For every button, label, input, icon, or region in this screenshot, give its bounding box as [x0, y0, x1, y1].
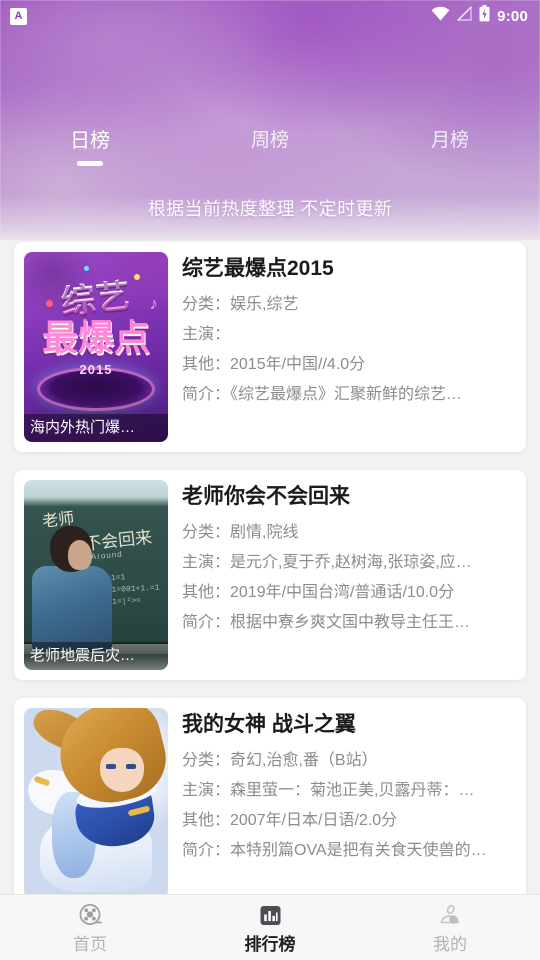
- poster-thumbnail[interactable]: [24, 708, 168, 894]
- person-icon: [435, 901, 465, 931]
- nav-item-profile-label: 我的: [433, 934, 467, 954]
- list-item[interactable]: 老师 你会不会回来 Turn Around 1+1=1 1+1=001+1.=1 1…: [14, 470, 526, 680]
- list-item-category: 分类：娱乐,综艺: [182, 296, 299, 313]
- list-item-summary: 简介：本特别篇OVA是把有关食天使兽的…: [182, 842, 487, 859]
- list-item[interactable]: ♪ 综艺 最爆点 2015 海内外热门爆… 综艺最爆点2015 分类：娱乐,综艺…: [14, 242, 526, 452]
- status-bar-right: 9:00: [431, 5, 528, 27]
- bar-chart-icon: [255, 901, 285, 931]
- header-subtitle: 根据当前热度整理 不定时更新: [147, 199, 393, 219]
- battery-charging-icon: [479, 5, 490, 27]
- poster-anime-eye: [106, 764, 116, 769]
- list-item-other: 其他：2007年/日本/日语/2.0分: [182, 812, 398, 829]
- app-root: A 9:00 日榜 周榜 月榜 根据当前热度整理 不定时更新 综艺 最爆点 20…: [0, 0, 540, 960]
- bottom-navigation: 首页 排行榜 我的: [0, 894, 540, 960]
- list-item-category: 分类：奇幻,治愈,番（B站）: [182, 752, 378, 769]
- list-item-other: 其他：2019年/中国台湾/普通话/10.0分: [182, 584, 455, 601]
- tab-monthly[interactable]: 月榜: [360, 128, 540, 174]
- poster-title-line3: 2015: [79, 362, 113, 377]
- list-item-info: 我的女神 战斗之翼 分类：奇幻,治愈,番（B站） 主演：森里萤一：菊池正美,贝露…: [168, 708, 514, 894]
- list-item-category: 分类：剧情,院线: [182, 524, 299, 541]
- list-item-other: 其他：2015年/中国//4.0分: [182, 356, 366, 373]
- poster-person-body: [32, 566, 112, 652]
- wifi-icon: [431, 6, 450, 26]
- tab-weekly-label: 周榜: [250, 130, 289, 151]
- app-notification-glyph: A: [14, 9, 23, 22]
- tab-daily-indicator: [77, 161, 103, 166]
- poster-anime-face: [100, 748, 144, 792]
- list-item-starring: 主演：森里萤一：菊池正美,贝露丹蒂：…: [182, 782, 475, 799]
- nav-item-profile[interactable]: 我的: [360, 895, 540, 960]
- list-item-info: 综艺最爆点2015 分类：娱乐,综艺 主演： 其他：2015年/中国//4.0分…: [168, 252, 514, 442]
- poster-caption: 海内外热门爆…: [24, 414, 168, 442]
- poster-person-figure: [30, 526, 112, 652]
- ranking-tabs: 日榜 周榜 月榜: [0, 128, 540, 174]
- list-item-info: 老师你会不会回来 分类：剧情,院线 主演：是元介,夏于乔,赵树海,张琼姿,应… …: [168, 480, 514, 670]
- nav-item-ranking[interactable]: 排行榜: [180, 895, 360, 960]
- poster-decoration-dot: [84, 266, 89, 271]
- ranking-list[interactable]: ♪ 综艺 最爆点 2015 海内外热门爆… 综艺最爆点2015 分类：娱乐,综艺…: [0, 232, 540, 894]
- poster-anime-eye: [126, 764, 136, 769]
- app-notification-icon: A: [10, 7, 27, 25]
- tab-monthly-label: 月榜: [430, 130, 469, 151]
- list-item-title: 综艺最爆点2015: [182, 257, 334, 280]
- tab-daily-label: 日榜: [70, 130, 110, 152]
- poster-person-face: [68, 540, 92, 570]
- poster-thumbnail[interactable]: 老师 你会不会回来 Turn Around 1+1=1 1+1=001+1.=1 1…: [24, 480, 168, 670]
- list-item-starring: 主演：是元介,夏于乔,赵树海,张琼姿,应…: [182, 554, 472, 571]
- status-bar-clock: 9:00: [497, 7, 528, 25]
- poster-caption: 老师地震后灾…: [24, 642, 168, 670]
- nav-item-home[interactable]: 首页: [0, 895, 180, 960]
- status-bar-left: A: [10, 7, 27, 25]
- signal-none-icon: [456, 5, 472, 26]
- list-item[interactable]: 我的女神 战斗之翼 分类：奇幻,治愈,番（B站） 主演：森里萤一：菊池正美,贝露…: [14, 698, 526, 894]
- status-bar: A 9:00: [0, 0, 540, 32]
- poster-title-line2: 最爆点: [41, 317, 150, 358]
- poster-thumbnail[interactable]: ♪ 综艺 最爆点 2015 海内外热门爆…: [24, 252, 168, 442]
- nav-item-home-label: 首页: [73, 934, 107, 954]
- list-item-starring: 主演：: [182, 326, 231, 343]
- list-item-title: 我的女神 战斗之翼: [182, 713, 356, 736]
- film-reel-icon: [75, 901, 105, 931]
- list-item-title: 老师你会不会回来: [182, 485, 350, 508]
- nav-item-ranking-label: 排行榜: [244, 934, 296, 954]
- tab-weekly[interactable]: 周榜: [180, 128, 360, 174]
- list-item-summary: 简介：根据中寮乡爽文国中教导主任王…: [182, 614, 471, 631]
- list-item-summary: 简介：《综艺最爆点》汇聚新鲜的综艺…: [182, 386, 463, 403]
- tab-daily[interactable]: 日榜: [0, 128, 180, 174]
